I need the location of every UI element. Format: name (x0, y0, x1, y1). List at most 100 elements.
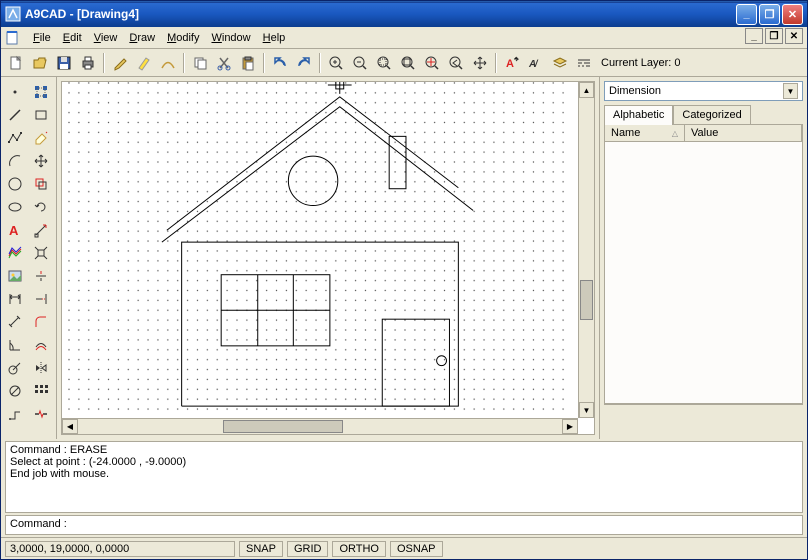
dim-diameter-tool[interactable] (3, 380, 27, 402)
menu-draw[interactable]: Draw (123, 30, 161, 46)
ortho-toggle[interactable]: ORTHO (332, 541, 386, 557)
tab-alphabetic[interactable]: Alphabetic (604, 105, 673, 125)
window-controls: _ ❐ ✕ (736, 4, 803, 25)
line-tool[interactable] (3, 104, 27, 126)
erase-tool[interactable] (29, 127, 53, 149)
pencil-button[interactable] (109, 52, 131, 74)
new-button[interactable] (5, 52, 27, 74)
break-tool[interactable] (29, 403, 53, 425)
combo-value: Dimension (609, 85, 661, 97)
layers-button[interactable] (549, 52, 571, 74)
offset-tool[interactable] (29, 334, 53, 356)
scroll-thumb[interactable] (223, 420, 343, 433)
mdi-minimize-button[interactable]: _ (745, 28, 763, 44)
osnap-toggle[interactable]: OSNAP (390, 541, 443, 557)
paste-button[interactable] (237, 52, 259, 74)
copy-tool[interactable] (29, 173, 53, 195)
array-tool[interactable] (29, 380, 53, 402)
arc-tool[interactable] (3, 150, 27, 172)
property-description (604, 404, 803, 428)
dim-style-button[interactable]: A̸ (525, 52, 547, 74)
curve-tool-button[interactable] (157, 52, 179, 74)
menu-modify[interactable]: Modify (161, 30, 205, 46)
command-input[interactable]: Command : (5, 515, 803, 535)
extend-tool[interactable] (29, 288, 53, 310)
cut-button[interactable] (213, 52, 235, 74)
trim-tool[interactable] (29, 265, 53, 287)
dim-angular-tool[interactable] (3, 334, 27, 356)
col-name[interactable]: Name△ (605, 125, 685, 141)
horizontal-scrollbar[interactable]: ◀ ▶ (62, 418, 578, 434)
minimize-button[interactable]: _ (736, 4, 757, 25)
mdi-maximize-button[interactable]: ❐ (765, 28, 783, 44)
rectangle-tool[interactable] (29, 104, 53, 126)
maximize-button[interactable]: ❐ (759, 4, 780, 25)
circle-tool[interactable] (3, 173, 27, 195)
point-tool[interactable] (3, 81, 27, 103)
menu-help[interactable]: Help (257, 30, 292, 46)
command-line: Select at point : (-24.0000 , -9.0000) (10, 456, 798, 468)
tab-categorized[interactable]: Categorized (673, 105, 750, 124)
zoom-realtime-button[interactable] (421, 52, 443, 74)
property-grid[interactable]: Name△ Value (604, 124, 803, 404)
col-value[interactable]: Value (685, 125, 802, 141)
dim-linear-tool[interactable] (3, 288, 27, 310)
zoom-extents-button[interactable] (397, 52, 419, 74)
property-tabs: Alphabetic Categorized (604, 105, 803, 124)
mdi-close-button[interactable]: ✕ (785, 28, 803, 44)
menu-edit[interactable]: Edit (57, 30, 88, 46)
open-button[interactable] (29, 52, 51, 74)
menu-view[interactable]: View (88, 30, 124, 46)
dim-radius-tool[interactable] (3, 357, 27, 379)
properties-panel: Dimension ▼ Alphabetic Categorized Name△… (599, 77, 807, 439)
scroll-down-button[interactable]: ▼ (579, 402, 594, 418)
scroll-right-button[interactable]: ▶ (562, 419, 578, 434)
vertical-scrollbar[interactable]: ▲ ▼ (578, 82, 594, 418)
fillet-tool[interactable] (29, 311, 53, 333)
pan-button[interactable] (469, 52, 491, 74)
text-tool[interactable]: A (3, 219, 27, 241)
drawing-viewport[interactable]: ▲ ▼ ◀ ▶ (61, 81, 595, 435)
command-history[interactable]: Command : ERASE Select at point : (-24.0… (5, 441, 803, 513)
canvas-area: ▲ ▼ ◀ ▶ (57, 77, 599, 439)
grid-toggle[interactable]: GRID (287, 541, 329, 557)
scale-tool[interactable] (29, 219, 53, 241)
zoom-in-button[interactable] (325, 52, 347, 74)
statusbar: 3,0000, 19,0000, 0,0000 SNAP GRID ORTHO … (1, 537, 807, 559)
scroll-thumb[interactable] (580, 280, 593, 320)
menu-file[interactable]: File (27, 30, 57, 46)
rotate-tool[interactable] (29, 196, 53, 218)
object-type-combo[interactable]: Dimension ▼ (604, 81, 803, 101)
zoom-window-button[interactable] (373, 52, 395, 74)
dim-ordinate-tool[interactable] (3, 403, 27, 425)
print-button[interactable] (77, 52, 99, 74)
mirror-tool[interactable] (29, 357, 53, 379)
save-button[interactable] (53, 52, 75, 74)
explode-tool[interactable] (29, 242, 53, 264)
image-tool[interactable] (3, 265, 27, 287)
linetype-button[interactable] (573, 52, 595, 74)
drawing-canvas[interactable] (62, 82, 578, 418)
document-icon[interactable] (5, 30, 21, 46)
close-button[interactable]: ✕ (782, 4, 803, 25)
menu-window[interactable]: Window (205, 30, 256, 46)
zoom-out-button[interactable] (349, 52, 371, 74)
highlighter-button[interactable] (133, 52, 155, 74)
ellipse-tool[interactable] (3, 196, 27, 218)
polyline-color-tool[interactable] (3, 242, 27, 264)
redo-button[interactable] (293, 52, 315, 74)
undo-button[interactable] (269, 52, 291, 74)
copy-button[interactable] (189, 52, 211, 74)
text-style-button[interactable]: A (501, 52, 523, 74)
zoom-previous-button[interactable] (445, 52, 467, 74)
app-window: A9CAD - [Drawing4] _ ❐ ✕ File Edit View … (0, 0, 808, 560)
dim-aligned-tool[interactable] (3, 311, 27, 333)
snap-toggle[interactable]: SNAP (239, 541, 283, 557)
polyline-tool[interactable] (3, 127, 27, 149)
scroll-up-button[interactable]: ▲ (579, 82, 594, 98)
scroll-left-button[interactable]: ◀ (62, 419, 78, 434)
titlebar: A9CAD - [Drawing4] _ ❐ ✕ (1, 1, 807, 27)
app-icon (5, 6, 21, 22)
select-grip-tool[interactable] (29, 81, 53, 103)
move-tool[interactable] (29, 150, 53, 172)
